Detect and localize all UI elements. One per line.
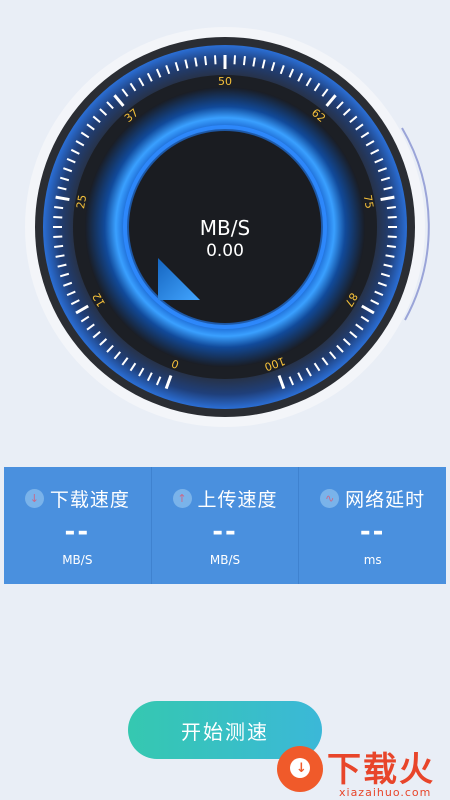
stat-upload: ↑ 上传速度 -- MB/S xyxy=(152,467,300,584)
gauge-tick xyxy=(233,55,236,65)
wave-icon: ∿ xyxy=(320,489,340,508)
stat-title: 网络延时 xyxy=(345,489,426,511)
gauge-tick xyxy=(204,56,208,66)
stats-panel: ↓ 下载速度 -- MB/S ↑ 上传速度 -- MB/S ∿ 网络延时 -- … xyxy=(4,467,446,584)
watermark-url: xiazaihuo.com xyxy=(339,786,432,799)
gauge-unit: MB/S xyxy=(200,216,250,240)
stat-latency: ∿ 网络延时 -- ms xyxy=(299,467,446,584)
gauge-tick xyxy=(386,206,396,210)
watermark-text: 下载火 xyxy=(327,750,435,790)
speed-gauge: 012253750627587100 MB/S 0.00 xyxy=(25,27,430,427)
watermark-logo: ↓ 下载火 xiazaihuo.com xyxy=(265,738,450,800)
stat-unit: MB/S xyxy=(209,553,241,567)
stat-value: -- xyxy=(64,517,91,547)
download-icon: ↓ xyxy=(24,489,44,508)
stat-title: 下载速度 xyxy=(49,489,130,511)
stat-value: -- xyxy=(359,517,386,547)
gauge-value: 0.00 xyxy=(206,241,244,261)
gauge-tick xyxy=(53,216,63,219)
stat-title: 上传速度 xyxy=(197,489,278,511)
stat-download: ↓ 下载速度 -- MB/S xyxy=(4,467,152,584)
gauge-tick xyxy=(54,244,64,248)
gauge-tick xyxy=(387,216,397,219)
gauge-tick xyxy=(387,235,397,238)
stat-unit: ms xyxy=(363,553,382,567)
flame-icon: ↓ xyxy=(277,746,323,792)
gauge-tick xyxy=(242,56,246,66)
stat-value: -- xyxy=(212,517,238,547)
gauge-tick xyxy=(386,244,396,248)
gauge-tick xyxy=(214,55,217,65)
gauge-tick xyxy=(53,235,63,238)
stat-unit: MB/S xyxy=(62,553,93,567)
gauge-tick xyxy=(54,206,64,210)
upload-icon: ↑ xyxy=(172,489,192,508)
gauge-scale-label: 50 xyxy=(218,75,232,88)
